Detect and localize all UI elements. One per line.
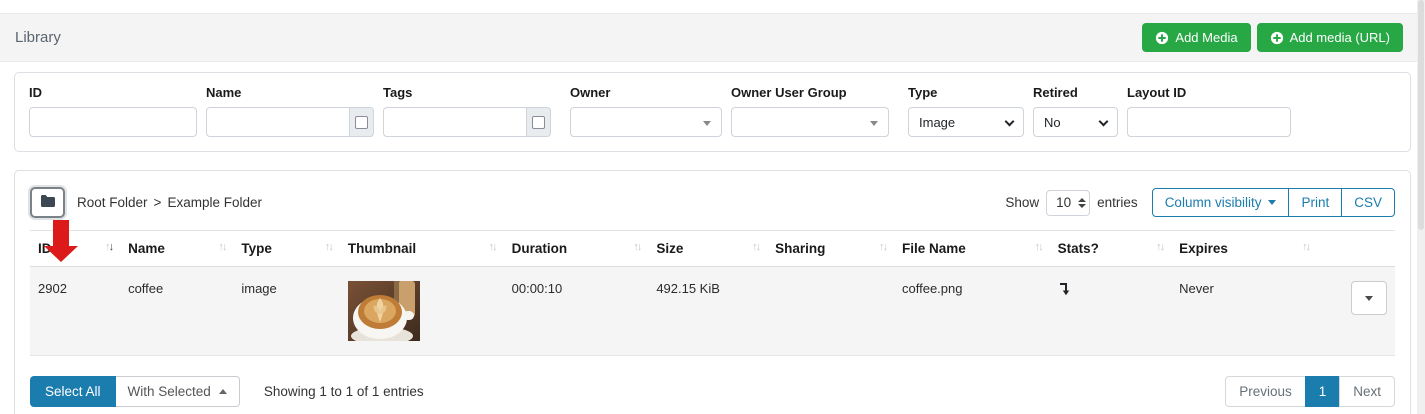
pagination-next-button[interactable]: Next xyxy=(1339,376,1395,407)
sort-icon: ↑↓ xyxy=(752,241,759,253)
sort-icon: ↑↓ xyxy=(633,241,640,253)
column-header-duration[interactable]: Duration↑↓ xyxy=(504,231,649,267)
owner-user-group-select[interactable] xyxy=(731,107,889,137)
tags-exact-match-checkbox[interactable] xyxy=(532,116,545,129)
stats-level-down-icon xyxy=(1058,281,1163,296)
cell-sharing xyxy=(767,267,894,356)
cell-type: image xyxy=(233,267,339,356)
show-label: Show xyxy=(1005,195,1039,210)
with-selected-dropdown-button[interactable]: With Selected xyxy=(116,376,240,407)
breadcrumb-root-folder[interactable]: Root Folder xyxy=(77,195,148,210)
column-header-size[interactable]: Size↑↓ xyxy=(648,231,767,267)
caret-down-icon xyxy=(1365,296,1373,301)
name-exact-match-addon xyxy=(350,107,374,137)
media-table: ID↑↓ Name↑↓ Type↑↓ Thumbnail↑↓ Duration↑… xyxy=(30,230,1395,356)
breadcrumb-current-folder[interactable]: Example Folder xyxy=(167,195,262,210)
tags-exact-match-addon xyxy=(527,107,551,137)
cell-thumbnail xyxy=(340,267,504,356)
row-actions-dropdown-button[interactable] xyxy=(1351,281,1387,315)
page-length-select[interactable]: 10 xyxy=(1046,190,1090,216)
page-scrollbar[interactable] xyxy=(1417,0,1425,414)
add-media-url-button[interactable]: Add media (URL) xyxy=(1257,23,1403,52)
owner-filter-label: Owner xyxy=(570,85,722,100)
caret-up-icon xyxy=(219,389,227,394)
page-header: Library Add Media Add media (URL) xyxy=(0,13,1425,62)
table-header-row: ID↑↓ Name↑↓ Type↑↓ Thumbnail↑↓ Duration↑… xyxy=(30,231,1395,267)
cell-stats xyxy=(1050,267,1171,356)
cell-size: 492.15 KiB xyxy=(648,267,767,356)
column-header-name[interactable]: Name↑↓ xyxy=(120,231,233,267)
retired-select[interactable]: No xyxy=(1033,107,1118,137)
breadcrumb: Root Folder > Example Folder xyxy=(77,195,262,210)
breadcrumb-separator: > xyxy=(154,195,162,210)
name-filter-input[interactable] xyxy=(206,107,350,137)
folder-icon xyxy=(40,194,56,211)
tags-filter-label: Tags xyxy=(383,85,551,100)
id-filter-label: ID xyxy=(29,85,197,100)
owner-select[interactable] xyxy=(570,107,722,137)
cell-expires: Never xyxy=(1171,267,1317,356)
sort-icon: ↑↓ xyxy=(1156,241,1163,253)
cell-actions xyxy=(1317,267,1395,356)
media-grid-panel: Root Folder > Example Folder Show 10 ent… xyxy=(14,170,1411,414)
showing-entries-text: Showing 1 to 1 of 1 entries xyxy=(264,384,424,399)
cell-name: coffee xyxy=(120,267,233,356)
top-whitespace xyxy=(0,0,1425,13)
scrollbar-thumb[interactable] xyxy=(1418,0,1424,230)
column-header-actions xyxy=(1317,231,1395,267)
type-filter-label: Type xyxy=(908,85,1024,100)
sort-icon: ↑↓ xyxy=(105,241,112,253)
sort-icon: ↑↓ xyxy=(879,241,886,253)
add-media-button[interactable]: Add Media xyxy=(1142,23,1250,52)
name-exact-match-checkbox[interactable] xyxy=(355,116,368,129)
sort-icon: ↑↓ xyxy=(1302,241,1309,253)
cell-duration: 00:00:10 xyxy=(504,267,649,356)
filter-panel: ID Name Tags Owner xyxy=(14,72,1411,152)
layout-id-filter-label: Layout ID xyxy=(1127,85,1291,100)
media-thumbnail-image[interactable] xyxy=(348,281,420,341)
folder-tree-button[interactable] xyxy=(30,187,65,218)
tags-filter-input[interactable] xyxy=(383,107,527,137)
sort-icon: ↑↓ xyxy=(489,241,496,253)
entries-label: entries xyxy=(1097,195,1138,210)
page-title: Library xyxy=(15,29,61,46)
pagination-previous-button[interactable]: Previous xyxy=(1225,376,1306,407)
pagination-page-1-button[interactable]: 1 xyxy=(1305,376,1341,407)
column-header-expires[interactable]: Expires↑↓ xyxy=(1171,231,1317,267)
dropdown-caret-icon xyxy=(870,121,878,126)
plus-circle-icon xyxy=(1155,31,1169,45)
type-select[interactable]: Image xyxy=(908,107,1024,137)
layout-id-filter-input[interactable] xyxy=(1127,107,1291,137)
column-header-id[interactable]: ID↑↓ xyxy=(30,231,120,267)
cell-file-name: coffee.png xyxy=(894,267,1050,356)
column-header-stats[interactable]: Stats?↑↓ xyxy=(1050,231,1171,267)
column-header-file-name[interactable]: File Name↑↓ xyxy=(894,231,1050,267)
plus-circle-icon xyxy=(1270,31,1284,45)
table-row[interactable]: 2902 coffee image xyxy=(30,267,1395,356)
csv-button[interactable]: CSV xyxy=(1341,188,1395,217)
pagination: Previous 1 Next xyxy=(1225,376,1395,407)
caret-down-icon xyxy=(1268,200,1276,205)
column-header-thumbnail[interactable]: Thumbnail↑↓ xyxy=(340,231,504,267)
owner-user-group-filter-label: Owner User Group xyxy=(731,85,889,100)
sort-icon: ↑↓ xyxy=(218,241,225,253)
spinner-up-down-icon xyxy=(1078,198,1086,208)
chevron-down-icon xyxy=(1099,117,1109,127)
column-header-sharing[interactable]: Sharing↑↓ xyxy=(767,231,894,267)
column-visibility-button[interactable]: Column visibility xyxy=(1152,188,1290,217)
retired-filter-label: Retired xyxy=(1033,85,1118,100)
name-filter-label: Name xyxy=(206,85,374,100)
select-all-button[interactable]: Select All xyxy=(30,376,116,407)
column-header-type[interactable]: Type↑↓ xyxy=(233,231,339,267)
chevron-down-icon xyxy=(1005,117,1015,127)
sort-icon: ↑↓ xyxy=(1035,241,1042,253)
print-button[interactable]: Print xyxy=(1288,188,1342,217)
id-filter-input[interactable] xyxy=(29,107,197,137)
cell-id: 2902 xyxy=(30,267,120,356)
sort-icon: ↑↓ xyxy=(325,241,332,253)
dropdown-caret-icon xyxy=(703,121,711,126)
